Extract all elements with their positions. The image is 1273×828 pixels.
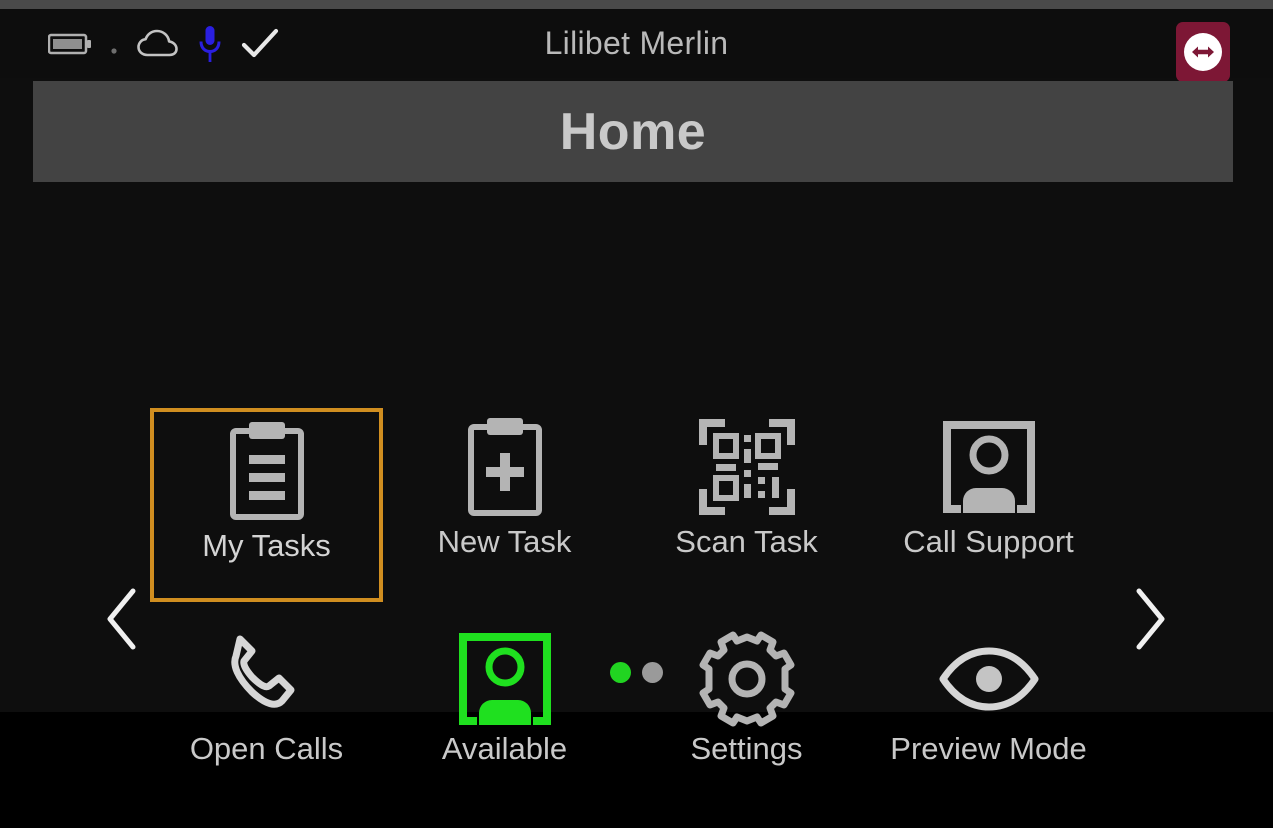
tile-label: Available — [441, 731, 568, 766]
qr-code-scan-icon — [630, 408, 863, 526]
tile-label: Settings — [690, 731, 803, 766]
tile-label: Scan Task — [675, 524, 818, 559]
teamviewer-remote-icon[interactable] — [1176, 22, 1230, 82]
tile-scan-task[interactable]: Scan Task — [630, 408, 863, 602]
page-indicator — [0, 662, 1273, 683]
device-name-title: Lilibet Merlin — [544, 25, 729, 61]
clipboard-plus-icon — [388, 408, 621, 526]
page-header-bar: Home — [33, 81, 1233, 182]
tile-open-calls[interactable]: Open Calls — [150, 625, 383, 819]
system-top-strip — [0, 0, 1273, 9]
tile-settings[interactable]: Settings — [630, 625, 863, 819]
user-frame-icon — [872, 408, 1105, 526]
app-root: Lilibet Merlin Home My Tasks New Task Sc… — [0, 0, 1273, 764]
tile-available[interactable]: Available — [388, 625, 621, 819]
page-dot-1[interactable] — [610, 662, 631, 683]
clipboard-list-icon — [154, 412, 379, 530]
main-content: My Tasks New Task Scan Task Call Support… — [0, 182, 1273, 764]
tile-label: Preview Mode — [890, 731, 1087, 766]
tile-label: New Task — [437, 524, 572, 559]
tile-label: Open Calls — [189, 731, 344, 766]
page-title: Home — [559, 102, 707, 161]
status-bar: Lilibet Merlin — [0, 9, 1273, 82]
tile-call-support[interactable]: Call Support — [872, 408, 1105, 602]
chevron-right-icon[interactable] — [1112, 580, 1186, 658]
tile-my-tasks[interactable]: My Tasks — [150, 408, 383, 602]
tile-label: Call Support — [903, 524, 1074, 559]
tile-new-task[interactable]: New Task — [388, 408, 621, 602]
tile-preview-mode[interactable]: Preview Mode — [872, 625, 1105, 819]
tile-label: My Tasks — [202, 528, 331, 563]
app-tile-grid: My Tasks New Task Scan Task Call Support… — [150, 408, 1087, 828]
chevron-left-icon[interactable] — [86, 580, 160, 658]
page-dot-2[interactable] — [642, 662, 663, 683]
